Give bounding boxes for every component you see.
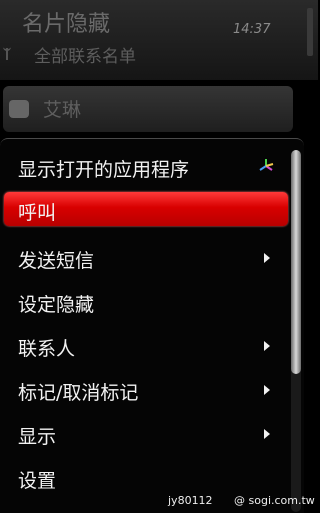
menu-item-label: 标记/取消标记 [18, 382, 139, 404]
contact-row[interactable]: 艾琳 [3, 86, 293, 132]
menu-item-settings[interactable]: 设置 [4, 460, 288, 494]
watermark-site: @ sogi.com.tw [234, 494, 315, 507]
menu-item-contacts[interactable]: 联系人 [4, 328, 288, 362]
clock: 14:37 [233, 22, 271, 37]
menu-item-label: 设置 [18, 470, 57, 492]
options-menu: 显示打开的应用程序 呼叫 发送短信 设定隐藏 联系人 标记/取消标记 显示 设置 [0, 138, 304, 513]
app-header: 名片隐藏 全部联系名单 14:37 [0, 0, 318, 80]
arrow-right-icon [264, 341, 270, 351]
menu-item-show-open-apps[interactable]: 显示打开的应用程序 [4, 149, 288, 183]
app-switch-icon [259, 159, 274, 171]
watermark-user: jy80112 [168, 494, 213, 507]
arrow-right-icon [264, 429, 270, 439]
menu-scrollbar[interactable] [291, 150, 301, 512]
menu-item-send-sms[interactable]: 发送短信 [4, 240, 288, 274]
app-subtitle: 全部联系名单 [34, 47, 136, 67]
menu-item-call[interactable]: 呼叫 [4, 192, 288, 226]
battery-bar [307, 8, 313, 56]
menu-item-label: 发送短信 [18, 250, 95, 272]
menu-item-set-hidden[interactable]: 设定隐藏 [4, 284, 288, 318]
menu-item-label: 设定隐藏 [18, 294, 95, 316]
menu-item-label: 联系人 [18, 338, 76, 360]
arrow-right-icon [264, 253, 270, 263]
menu-item-mark-unmark[interactable]: 标记/取消标记 [4, 372, 288, 406]
menu-item-label: 显示 [18, 426, 57, 448]
signal-icon [3, 44, 11, 60]
menu-item-display[interactable]: 显示 [4, 416, 288, 450]
contact-name: 艾琳 [43, 99, 82, 121]
watermark: jy80112 @ sogi.com.tw [0, 490, 318, 512]
menu-item-label: 呼叫 [18, 202, 57, 224]
menu-item-label: 显示打开的应用程序 [18, 159, 190, 181]
scroll-thumb[interactable] [291, 150, 301, 374]
contact-card-icon [9, 100, 29, 118]
arrow-right-icon [264, 385, 270, 395]
app-title: 名片隐藏 [22, 12, 111, 37]
